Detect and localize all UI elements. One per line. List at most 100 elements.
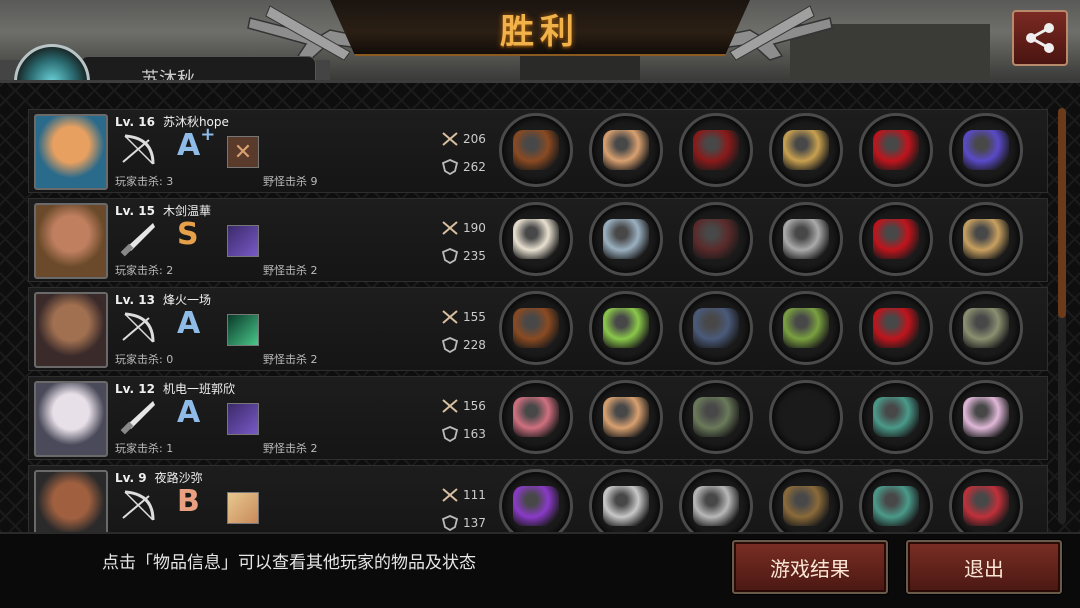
sneakers-icon (873, 397, 919, 437)
item-slot[interactable] (589, 380, 663, 454)
defense-value: 137 (463, 516, 486, 530)
item-slot[interactable] (589, 113, 663, 187)
grade-letter: B (177, 484, 200, 519)
item-slots (499, 380, 1023, 458)
player-level: Lv. 16 (115, 115, 155, 129)
item-slot[interactable] (859, 291, 933, 365)
item-slot[interactable] (769, 113, 843, 187)
bow-icon (119, 488, 159, 524)
item-slot[interactable] (949, 202, 1023, 276)
item-slot[interactable] (499, 380, 573, 454)
hint-text: 点击「物品信息」可以查看其他玩家的物品及状态 (102, 553, 476, 573)
item-slot[interactable] (499, 291, 573, 365)
item-slot[interactable] (589, 202, 663, 276)
grade-letter: A (177, 306, 201, 341)
crossbow-icon (513, 130, 559, 170)
silver-circlet-icon (603, 486, 649, 526)
game-result-button[interactable]: 游戏结果 (732, 540, 888, 594)
item-slots (499, 113, 1023, 191)
crossbow-icon (513, 308, 559, 348)
item-slot[interactable] (679, 291, 753, 365)
item-slot[interactable] (679, 380, 753, 454)
attack-value: 156 (463, 399, 486, 413)
laurel-wreath-icon (603, 308, 649, 348)
red-quiver-icon (963, 486, 1009, 526)
monster-kills: 野怪击杀 2 (263, 442, 318, 455)
defense-stat: 235 (441, 248, 486, 264)
purple-bow-icon (513, 486, 559, 526)
player-portrait[interactable] (34, 203, 108, 279)
defense-value: 228 (463, 338, 486, 352)
player-portrait[interactable] (34, 381, 108, 457)
attack-stat: 155 (441, 309, 486, 325)
item-slot[interactable] (499, 202, 573, 276)
player-row[interactable]: Lv. 15 木剑温華 S 玩家击杀: 2 野怪击杀 2 190 235 (28, 198, 1048, 282)
player-kills: 玩家击杀: 2 (115, 264, 174, 277)
player-grade: A (177, 306, 200, 341)
player-name: 烽火一场 (162, 293, 211, 307)
item-slot[interactable] (769, 202, 843, 276)
item-slot[interactable] (679, 202, 753, 276)
item-slot[interactable] (769, 380, 843, 454)
item-slot[interactable] (589, 291, 663, 365)
purple-beast-icon[interactable] (227, 225, 259, 257)
purple-beast-icon[interactable] (227, 403, 259, 435)
defense-value: 262 (463, 160, 486, 174)
player-grade: A+ (177, 124, 215, 163)
red-heels-icon (873, 219, 919, 259)
crossed-swords-icon (442, 132, 458, 146)
player-name: 夜路沙弥 (154, 471, 203, 485)
knife-icon (119, 399, 159, 435)
red-heels-icon (873, 308, 919, 348)
player-row[interactable]: Lv. 13 烽火一场 A 玩家击杀: 0 野怪击杀 2 155 228 (28, 287, 1048, 371)
player-portrait[interactable] (34, 114, 108, 190)
player-grade: B (177, 484, 200, 519)
item-slots (499, 202, 1023, 280)
crossed-blades-icon[interactable]: ✕ (227, 136, 259, 168)
grade-letter: A (177, 128, 201, 163)
player-name: 木剑温華 (162, 204, 211, 218)
shield-icon (441, 337, 459, 353)
item-slot[interactable] (679, 113, 753, 187)
defense-stat: 163 (441, 426, 486, 442)
player-grade: A (177, 395, 200, 430)
plate-armor-icon (693, 486, 739, 526)
player-kills: 玩家击杀: 1 (115, 442, 174, 455)
defense-value: 163 (463, 427, 486, 441)
red-armor-icon (693, 130, 739, 170)
green-tech-icon[interactable] (227, 314, 259, 346)
shield-icon (441, 426, 459, 442)
item-slot[interactable] (949, 291, 1023, 365)
scrollbar-thumb[interactable] (1058, 108, 1066, 318)
item-slot[interactable] (859, 380, 933, 454)
victory-banner: 胜利 (330, 0, 750, 56)
item-slot[interactable] (769, 291, 843, 365)
item-slot[interactable] (859, 113, 933, 187)
shield-icon (441, 515, 459, 531)
sneakers-icon (873, 486, 919, 526)
item-slot[interactable] (949, 113, 1023, 187)
steel-armor-icon (693, 308, 739, 348)
player-level: Lv. 13 (115, 293, 155, 307)
player-row[interactable]: Lv. 12 机电一班郭欣 A 玩家击杀: 1 野怪击杀 2 156 163 (28, 376, 1048, 460)
treasure-box-icon (963, 219, 1009, 259)
item-slot[interactable] (859, 202, 933, 276)
item-slot[interactable] (949, 380, 1023, 454)
player-portrait[interactable] (34, 292, 108, 368)
branch-staff-icon (783, 130, 829, 170)
player-kills: 玩家击杀: 3 (115, 175, 174, 188)
monster-kills: 野怪击杀 2 (263, 264, 318, 277)
player-name: 机电一班郭欣 (162, 382, 235, 396)
attack-value: 206 (463, 132, 486, 146)
share-button[interactable] (1012, 10, 1068, 66)
scrollbar[interactable] (1058, 108, 1066, 524)
share-icon (1026, 23, 1054, 53)
item-slots (499, 291, 1023, 369)
item-slot[interactable] (499, 113, 573, 187)
crossed-swords-icon (442, 221, 458, 235)
player-row[interactable]: Lv. 16 苏沐秋hope A+ ✕ 玩家击杀: 3 野怪击杀 9 206 26… (28, 109, 1048, 193)
blonde-card-icon[interactable] (227, 492, 259, 524)
attack-stat: 206 (441, 131, 486, 147)
exit-button[interactable]: 退出 (906, 540, 1062, 594)
steel-disc-icon (783, 219, 829, 259)
